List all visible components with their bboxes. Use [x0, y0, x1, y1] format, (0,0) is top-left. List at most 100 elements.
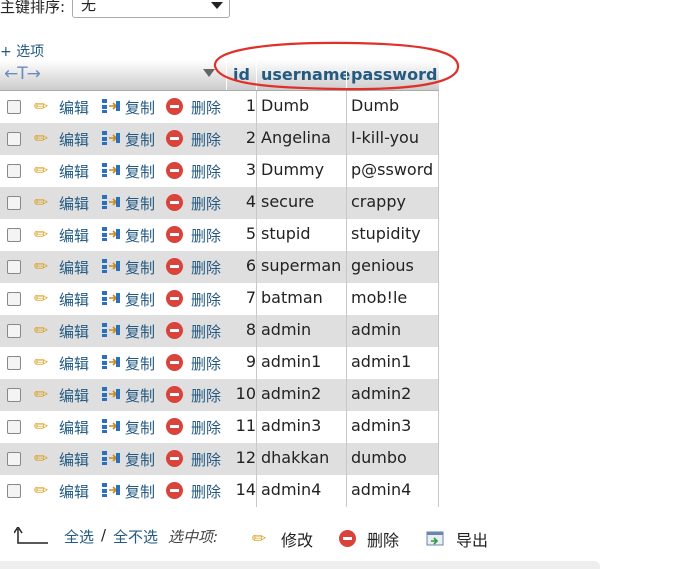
edit-link[interactable]: 编辑: [59, 289, 89, 310]
copy-link[interactable]: 复制: [125, 417, 155, 438]
delete-icon[interactable]: [166, 130, 183, 147]
copy-link[interactable]: 复制: [125, 161, 155, 182]
row-checkbox[interactable]: [7, 452, 21, 466]
delete-icon[interactable]: [339, 530, 356, 547]
pencil-icon[interactable]: ✏: [34, 193, 48, 213]
row-checkbox[interactable]: [7, 196, 21, 210]
row-checkbox[interactable]: [7, 100, 21, 114]
pencil-icon[interactable]: ✏: [34, 353, 48, 373]
pencil-icon[interactable]: ✏: [34, 97, 48, 117]
copy-link[interactable]: 复制: [125, 353, 155, 374]
row-checkbox[interactable]: [7, 260, 21, 274]
pencil-icon[interactable]: ✏: [34, 385, 48, 405]
delete-link[interactable]: 删除: [191, 161, 221, 182]
delete-link[interactable]: 删除: [191, 225, 221, 246]
delete-icon[interactable]: [166, 386, 183, 403]
pencil-icon[interactable]: ✏: [34, 257, 48, 277]
row-checkbox[interactable]: [7, 388, 21, 402]
copy-link[interactable]: 复制: [125, 289, 155, 310]
options-link[interactable]: + 选项: [0, 41, 44, 61]
copy-link[interactable]: 复制: [125, 481, 155, 502]
pencil-icon[interactable]: ✏: [34, 129, 48, 149]
uncheck-all-link[interactable]: 全不选: [113, 526, 158, 547]
row-checkbox[interactable]: [7, 292, 21, 306]
pencil-icon[interactable]: ✏: [34, 161, 48, 181]
delete-link[interactable]: 删除: [191, 385, 221, 406]
edit-link[interactable]: 编辑: [59, 385, 89, 406]
delete-link[interactable]: 删除: [191, 417, 221, 438]
delete-icon[interactable]: [166, 322, 183, 339]
edit-link[interactable]: 编辑: [59, 225, 89, 246]
edit-link[interactable]: 编辑: [59, 353, 89, 374]
row-checkbox[interactable]: [7, 356, 21, 370]
edit-link[interactable]: 编辑: [59, 481, 89, 502]
edit-link[interactable]: 编辑: [59, 129, 89, 150]
copy-icon[interactable]: [101, 386, 121, 402]
copy-icon[interactable]: [101, 98, 121, 114]
delete-link[interactable]: 删除: [191, 321, 221, 342]
delete-link[interactable]: 删除: [191, 193, 221, 214]
delete-link[interactable]: 删除: [191, 97, 221, 118]
edit-link[interactable]: 编辑: [59, 417, 89, 438]
copy-icon[interactable]: [101, 290, 121, 306]
copy-icon[interactable]: [101, 418, 121, 434]
pencil-icon[interactable]: ✏: [34, 225, 48, 245]
row-checkbox[interactable]: [7, 484, 21, 498]
copy-icon[interactable]: [101, 322, 121, 338]
delete-icon[interactable]: [166, 258, 183, 275]
delete-link[interactable]: 删除: [191, 481, 221, 502]
check-all-link[interactable]: 全选: [64, 526, 94, 547]
bulk-export-button[interactable]: 导出: [456, 527, 488, 551]
delete-icon[interactable]: [166, 290, 183, 307]
copy-icon[interactable]: [101, 194, 121, 210]
delete-link[interactable]: 删除: [191, 449, 221, 470]
delete-icon[interactable]: [166, 98, 183, 115]
copy-icon[interactable]: [101, 130, 121, 146]
copy-icon[interactable]: [101, 354, 121, 370]
pencil-icon[interactable]: ✏: [34, 481, 48, 501]
delete-icon[interactable]: [166, 226, 183, 243]
pencil-icon[interactable]: ✏: [34, 449, 48, 469]
delete-icon[interactable]: [166, 162, 183, 179]
edit-link[interactable]: 编辑: [59, 97, 89, 118]
copy-link[interactable]: 复制: [125, 225, 155, 246]
delete-icon[interactable]: [166, 418, 183, 435]
copy-link[interactable]: 复制: [125, 129, 155, 150]
column-resize-arrows-icon[interactable]: ←T→: [4, 64, 41, 84]
copy-link[interactable]: 复制: [125, 97, 155, 118]
copy-link[interactable]: 复制: [125, 257, 155, 278]
row-checkbox[interactable]: [7, 420, 21, 434]
delete-icon[interactable]: [166, 194, 183, 211]
copy-link[interactable]: 复制: [125, 321, 155, 342]
copy-link[interactable]: 复制: [125, 385, 155, 406]
edit-link[interactable]: 编辑: [59, 449, 89, 470]
pencil-icon[interactable]: ✏: [34, 321, 48, 341]
delete-link[interactable]: 删除: [191, 257, 221, 278]
edit-link[interactable]: 编辑: [59, 161, 89, 182]
row-checkbox[interactable]: [7, 228, 21, 242]
row-checkbox[interactable]: [7, 164, 21, 178]
row-checkbox[interactable]: [7, 132, 21, 146]
bulk-delete-button[interactable]: 删除: [367, 527, 399, 551]
copy-icon[interactable]: [101, 450, 121, 466]
row-checkbox[interactable]: [7, 324, 21, 338]
bulk-edit-button[interactable]: 修改: [281, 527, 313, 551]
delete-link[interactable]: 删除: [191, 353, 221, 374]
edit-link[interactable]: 编辑: [59, 193, 89, 214]
delete-link[interactable]: 删除: [191, 289, 221, 310]
edit-link[interactable]: 编辑: [59, 257, 89, 278]
pencil-icon[interactable]: ✏: [34, 417, 48, 437]
copy-link[interactable]: 复制: [125, 193, 155, 214]
edit-link[interactable]: 编辑: [59, 321, 89, 342]
sort-by-key-select[interactable]: 无: [72, 0, 230, 18]
copy-icon[interactable]: [101, 226, 121, 242]
copy-icon[interactable]: [101, 162, 121, 178]
pencil-icon[interactable]: ✏: [252, 529, 266, 549]
delete-icon[interactable]: [166, 482, 183, 499]
delete-link[interactable]: 删除: [191, 129, 221, 150]
copy-icon[interactable]: [101, 258, 121, 274]
copy-link[interactable]: 复制: [125, 449, 155, 470]
export-icon[interactable]: [426, 530, 444, 546]
delete-icon[interactable]: [166, 354, 183, 371]
delete-icon[interactable]: [166, 450, 183, 467]
